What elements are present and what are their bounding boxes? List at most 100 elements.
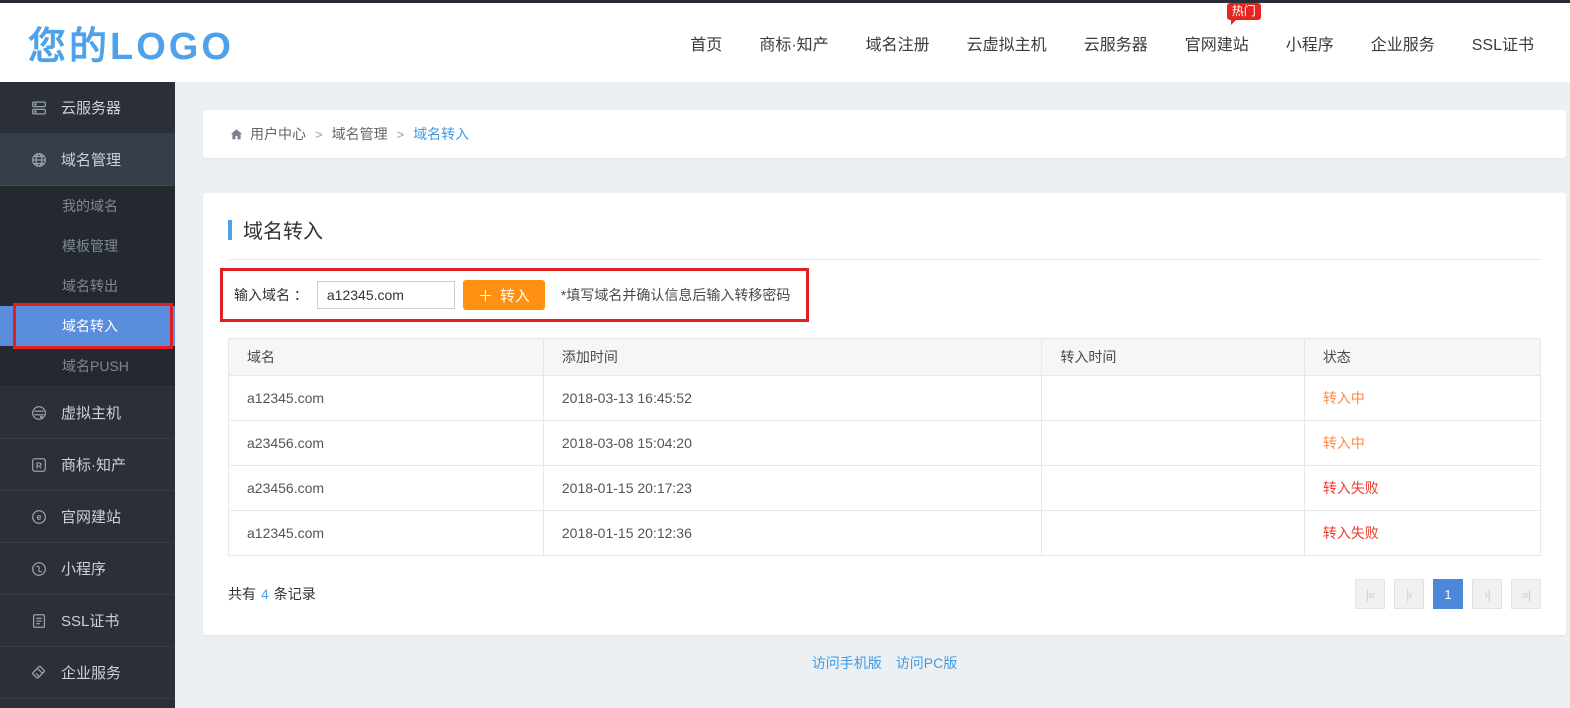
- table-row: a12345.com2018-03-13 16:45:52转入中: [229, 376, 1541, 421]
- sidebar-item-label: 云服务器: [61, 97, 121, 118]
- pagination-page-1[interactable]: 1: [1433, 579, 1463, 609]
- column-header: 域名: [229, 339, 544, 376]
- sidebar-item-label: 虚拟主机: [61, 402, 121, 423]
- sidebar-item-label: 企业服务: [61, 662, 121, 683]
- table-row: a23456.com2018-01-15 20:17:23 转入失败: [229, 466, 1541, 511]
- sidebar-subitem-domain-transfer-in[interactable]: 域名转入: [0, 306, 175, 346]
- records-summary: 共有 4 条记录: [228, 584, 316, 604]
- breadcrumb-domain-management[interactable]: 域名管理: [332, 124, 388, 144]
- nav-item-label: 小程序: [1286, 37, 1334, 54]
- nav-item-website-builder[interactable]: 官网建站热门: [1185, 25, 1249, 61]
- breadcrumb-separator: >: [397, 127, 405, 142]
- breadcrumb: 用户中心 > 域名管理 > 域名转入: [203, 110, 1566, 158]
- nav-item-domain-register[interactable]: 域名注册: [866, 25, 930, 61]
- svg-text:R: R: [36, 460, 42, 470]
- pagination-last-page[interactable]: »|: [1511, 579, 1541, 609]
- breadcrumb-label: 域名转入: [413, 124, 469, 144]
- nav-item-label: SSL证书: [1472, 37, 1534, 54]
- sidebar-item-label: 官网建站: [61, 506, 121, 527]
- miniprogram-icon: [30, 560, 48, 578]
- section-title: 域名转入: [228, 211, 1541, 260]
- domain-cell: a12345.com: [229, 376, 544, 421]
- transfer-time-cell: [1042, 421, 1304, 466]
- sidebar-item-website-builder[interactable]: e 官网建站: [0, 491, 175, 543]
- nav-item-home[interactable]: 首页: [690, 25, 722, 61]
- nav-item-label: 云服务器: [1084, 37, 1148, 54]
- home-icon: [229, 127, 244, 142]
- breadcrumb-separator: >: [315, 127, 323, 142]
- table-row: a23456.com2018-03-08 15:04:20 转入中: [229, 421, 1541, 466]
- domain-cell: a23456.com: [229, 421, 544, 466]
- table-footer-row: 共有 4 条记录 |« |‹ 1 ›| »|: [228, 579, 1541, 609]
- nav-item-label: 商标·知产: [759, 37, 828, 54]
- page-title: 域名转入: [243, 215, 323, 244]
- footer-link-mobile-version[interactable]: 访问手机版: [812, 655, 882, 671]
- transfer-in-button[interactable]: ＋ 转入: [463, 280, 545, 310]
- sidebar-subitem-domain-transfer-out[interactable]: 域名转出: [0, 266, 175, 306]
- transfer-time-cell: [1042, 466, 1304, 511]
- nav-item-ssl-cert[interactable]: SSL证书: [1472, 25, 1534, 61]
- enterprise-icon: [30, 664, 48, 682]
- nav-item-label: 云虚拟主机: [967, 37, 1047, 54]
- domain-table-header: 域名添加时间转入时间状态: [229, 339, 1541, 376]
- nav-item-label: 首页: [690, 37, 722, 54]
- transfer-form-annotation-box: 输入域名 ： ＋ 转入 *填写域名并确认信息后输入转移密码: [220, 268, 809, 322]
- sidebar-subitem-my-domains[interactable]: 我的域名: [0, 186, 175, 226]
- column-header: 添加时间: [543, 339, 1042, 376]
- nav-item-mini-program[interactable]: 小程序: [1286, 25, 1334, 61]
- domain-table-body: a12345.com2018-03-13 16:45:52转入中a23456.c…: [229, 376, 1541, 556]
- host-icon: [30, 404, 48, 422]
- sidebar-subitem-template-management[interactable]: 模板管理: [0, 226, 175, 266]
- domain-table: 域名添加时间转入时间状态 a12345.com2018-03-13 16:45:…: [228, 338, 1541, 556]
- hot-badge: 热门: [1227, 3, 1261, 20]
- records-count: 4: [261, 586, 269, 602]
- summary-suffix: 条记录: [274, 586, 316, 602]
- sidebar-item-virtual-host[interactable]: 虚拟主机: [0, 387, 175, 439]
- status-cell: 转入中: [1304, 376, 1540, 421]
- ssl-icon: [30, 612, 48, 630]
- status-cell: 转入中: [1304, 421, 1540, 466]
- pagination: |« |‹ 1 ›| »|: [1355, 579, 1541, 609]
- pagination-prev-page[interactable]: |‹: [1394, 579, 1424, 609]
- footer-link-pc-version[interactable]: 访问PC版: [896, 655, 957, 671]
- footer: 访问手机版访问PC版: [203, 653, 1566, 673]
- top-nav: 首页 商标·知产 域名注册 云虚拟主机 云服务器 官网建站热门 小程序 企业服务 SSL证书: [690, 25, 1542, 61]
- sidebar-item-ssl-cert[interactable]: SSL证书: [0, 595, 175, 647]
- svg-text:e: e: [36, 512, 41, 522]
- added-time-cell: 2018-01-15 20:17:23: [543, 466, 1042, 511]
- sidebar-item-domain-management[interactable]: 域名管理: [0, 134, 175, 186]
- sidebar-subitem-domain-push[interactable]: 域名PUSH: [0, 346, 175, 386]
- column-header: 转入时间: [1042, 339, 1304, 376]
- logo[interactable]: 您的LOGO: [28, 15, 234, 70]
- website-icon: e: [30, 508, 48, 526]
- pagination-first-page[interactable]: |«: [1355, 579, 1385, 609]
- domain-input[interactable]: [317, 281, 455, 309]
- added-time-cell: 2018-03-08 15:04:20: [543, 421, 1042, 466]
- sidebar-item-mini-program[interactable]: 小程序: [0, 543, 175, 595]
- transfer-time-cell: [1042, 511, 1304, 556]
- summary-prefix: 共有: [228, 586, 256, 602]
- server-icon: [30, 99, 48, 117]
- domain-cell: a23456.com: [229, 466, 544, 511]
- sidebar-submenu: 我的域名模板管理域名转出域名转入域名PUSH: [0, 186, 175, 387]
- column-header: 状态: [1304, 339, 1540, 376]
- nav-item-cloud-server[interactable]: 云服务器: [1084, 25, 1148, 61]
- status-cell: 转入失败: [1304, 511, 1540, 556]
- pagination-next-page[interactable]: ›|: [1472, 579, 1502, 609]
- status-cell: 转入失败: [1304, 466, 1540, 511]
- nav-item-label: 企业服务: [1371, 37, 1435, 54]
- sidebar-item-trademark-ip[interactable]: R商标·知产: [0, 439, 175, 491]
- breadcrumb-domain-transfer-in[interactable]: 域名转入: [413, 124, 469, 144]
- nav-item-trademark-ip[interactable]: 商标·知产: [759, 25, 828, 61]
- breadcrumb-user-center[interactable]: 用户中心: [229, 124, 306, 144]
- sidebar-item-enterprise-service[interactable]: 企业服务: [0, 647, 175, 699]
- breadcrumb-label: 用户中心: [250, 124, 306, 144]
- trademark-icon: R: [30, 456, 48, 474]
- nav-item-enterprise-service[interactable]: 企业服务: [1371, 25, 1435, 61]
- content-area: 用户中心 > 域名管理 > 域名转入 域名转入 输入域名 ： ＋ 转入 *填写域名并确认…: [175, 82, 1570, 708]
- nav-item-label: 域名注册: [866, 37, 930, 54]
- sidebar-item-label: 小程序: [61, 558, 106, 579]
- transfer-hint: *填写域名并确认信息后输入转移密码: [561, 285, 790, 305]
- nav-item-cloud-virtual-host[interactable]: 云虚拟主机: [967, 25, 1047, 61]
- sidebar-item-cloud-server[interactable]: 云服务器: [0, 82, 175, 134]
